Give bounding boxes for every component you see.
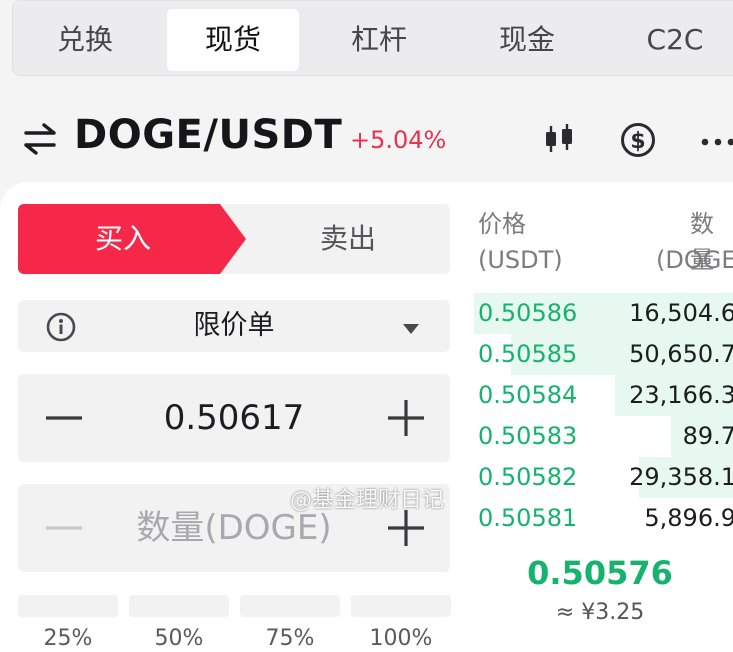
price-input[interactable]: 0.50617 <box>78 374 390 462</box>
bid-amount: 16,504.6 <box>629 293 733 334</box>
order-book-row[interactable]: 0.50586 16,504.6 <box>474 293 733 334</box>
trade-panel: 买入 卖出 限价单 0.50617 数量(DO <box>0 182 733 652</box>
bid-price: 0.50585 <box>478 334 577 375</box>
bid-amount: 23,166.3 <box>629 375 733 416</box>
price-column-unit: (USDT) <box>478 242 563 278</box>
candlestick-chart-icon[interactable] <box>542 122 576 160</box>
more-icon[interactable] <box>700 132 733 151</box>
percent-75-label: 75% <box>240 626 340 651</box>
order-book-row[interactable]: 0.50584 23,166.3 <box>474 375 733 416</box>
order-book-row[interactable]: 0.50585 50,650.7 <box>474 334 733 375</box>
percent-25-label: 25% <box>18 626 118 651</box>
trade-mode-tabs: 兑换 现货 杠杆 现金 C2C <box>12 0 733 76</box>
order-type-label: 限价单 <box>18 300 450 352</box>
bid-price: 0.50584 <box>478 375 577 416</box>
last-price[interactable]: 0.50576 <box>500 554 700 592</box>
pair-name[interactable]: DOGE/USDT <box>74 112 342 158</box>
tab-spot[interactable]: 现货 <box>167 9 299 71</box>
buy-sell-switch: 买入 卖出 <box>18 204 450 274</box>
tab-cash[interactable]: 现金 <box>475 9 579 71</box>
bid-amount: 29,358.1 <box>629 457 733 498</box>
tab-c2c[interactable]: C2C <box>623 9 727 71</box>
bid-amount: 89.7 <box>683 416 733 457</box>
bid-price: 0.50582 <box>478 457 577 498</box>
bid-price: 0.50586 <box>478 293 577 334</box>
amount-column-unit: (DOGE <box>656 242 733 278</box>
watermark-text: @基金理财日记 <box>290 482 444 514</box>
bid-price: 0.50583 <box>478 416 577 457</box>
tab-margin[interactable]: 杠杆 <box>327 9 431 71</box>
order-book-row[interactable]: 0.50581 5,896.9 <box>474 498 733 539</box>
price-stepper: 0.50617 <box>18 374 450 462</box>
percent-75-button[interactable] <box>240 595 340 617</box>
percent-100-label: 100% <box>351 626 451 651</box>
percent-25-button[interactable] <box>18 595 118 617</box>
percent-100-button[interactable] <box>351 595 451 617</box>
bid-price: 0.50581 <box>478 498 577 539</box>
buy-label: 买入 <box>18 204 228 274</box>
last-price-fiat: ≈ ¥3.25 <box>500 600 700 625</box>
pair-header: DOGE/USDT +5.04% $ <box>0 110 733 170</box>
percent-50-label: 50% <box>129 626 229 651</box>
caret-down-icon <box>402 320 420 339</box>
price-column-header: 价格 <box>478 206 526 242</box>
price-increment-button[interactable] <box>384 396 428 440</box>
order-type-select[interactable]: 限价单 <box>18 300 450 352</box>
dollar-coin-icon[interactable]: $ <box>620 122 656 162</box>
bid-amount: 50,650.7 <box>629 334 733 375</box>
swap-arrows-icon[interactable] <box>22 122 58 156</box>
order-book-row[interactable]: 0.50583 89.7 <box>474 416 733 457</box>
percent-50-button[interactable] <box>129 595 229 617</box>
bid-amount: 5,896.9 <box>644 498 733 539</box>
svg-text:$: $ <box>630 129 645 154</box>
buy-button[interactable]: 买入 <box>18 204 246 274</box>
price-change-percent: +5.04% <box>350 126 446 154</box>
sell-button[interactable]: 卖出 <box>246 204 450 274</box>
order-book-row[interactable]: 0.50582 29,358.1 <box>474 457 733 498</box>
tab-convert[interactable]: 兑换 <box>33 9 137 71</box>
